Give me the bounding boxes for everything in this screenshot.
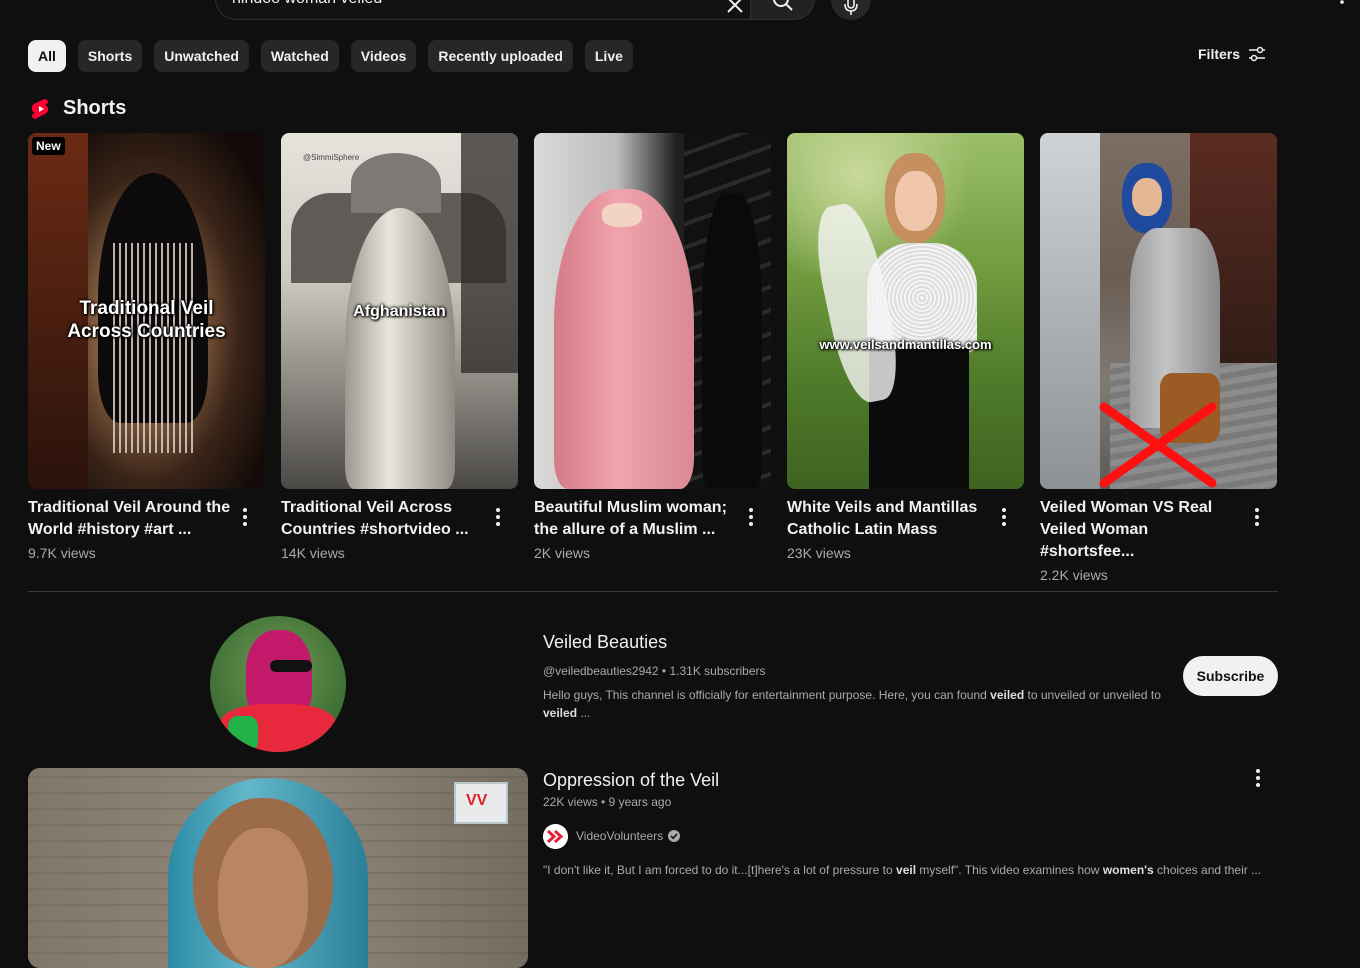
shorts-section-title: Shorts bbox=[63, 97, 127, 119]
short-thumbnail[interactable]: New Traditional Veil Across Countries bbox=[28, 133, 265, 489]
short-title[interactable]: Beautiful Muslim woman; the allure of a … bbox=[534, 497, 739, 541]
desc-highlight: women's bbox=[1102, 863, 1154, 877]
watermark-text: @SimmiSphere bbox=[303, 153, 360, 162]
voice-search-button[interactable] bbox=[831, 0, 871, 20]
channel-watermark: VV bbox=[454, 782, 508, 824]
channel-logo-icon bbox=[543, 824, 568, 849]
video-channel-avatar[interactable] bbox=[543, 824, 568, 849]
desc-highlight: veiled bbox=[543, 706, 578, 720]
watermark-logo-text: VV bbox=[466, 792, 488, 809]
more-options-icon[interactable] bbox=[748, 508, 754, 526]
more-options-icon[interactable] bbox=[1255, 769, 1261, 787]
chip-shorts[interactable]: Shorts bbox=[77, 40, 143, 72]
short-thumbnail[interactable]: @SimmiSphere Afghanistan bbox=[281, 133, 518, 489]
short-views: 14K views bbox=[281, 545, 345, 561]
short-card[interactable]: Beautiful Muslim woman; the allure of a … bbox=[534, 133, 771, 561]
chip-all[interactable]: All bbox=[28, 40, 66, 72]
desc-text: to unveiled or unveiled to bbox=[1024, 688, 1161, 702]
thumbnail-overlay-text: Afghanistan bbox=[353, 303, 446, 320]
desc-text: Hello guys, This channel is officially f… bbox=[543, 688, 991, 702]
chip-recently-uploaded[interactable]: Recently uploaded bbox=[428, 40, 573, 72]
short-thumbnail[interactable]: www.veilsandmantillas.com bbox=[787, 133, 1024, 489]
short-card[interactable]: New Traditional Veil Across Countries Tr… bbox=[28, 133, 265, 561]
search-button[interactable] bbox=[750, 0, 815, 20]
subscribe-button[interactable]: Subscribe bbox=[1183, 656, 1278, 696]
search-query-text: hindoo woman veiled bbox=[232, 0, 382, 8]
microphone-icon bbox=[844, 0, 858, 15]
video-description: "I don't like it, But I am forced to do … bbox=[543, 863, 1263, 877]
chip-videos[interactable]: Videos bbox=[350, 40, 417, 72]
more-options-icon[interactable] bbox=[1254, 508, 1260, 526]
channel-description: Hello guys, This channel is officially f… bbox=[543, 686, 1168, 722]
short-views: 23K views bbox=[787, 545, 851, 561]
short-title[interactable]: Traditional Veil Across Countries #short… bbox=[281, 497, 486, 541]
more-options-icon[interactable] bbox=[495, 508, 501, 526]
desc-text: ... bbox=[577, 706, 591, 720]
section-divider bbox=[28, 591, 1278, 592]
channel-name[interactable]: Veiled Beauties bbox=[543, 632, 667, 653]
short-card[interactable]: @SimmiSphere Afghanistan Traditional Vei… bbox=[281, 133, 518, 561]
video-channel-link[interactable]: VideoVolunteers bbox=[576, 829, 681, 843]
video-thumbnail[interactable]: VV bbox=[28, 768, 528, 968]
short-title[interactable]: Traditional Veil Around the World #histo… bbox=[28, 497, 233, 541]
short-views: 2K views bbox=[534, 545, 591, 561]
verified-check-icon bbox=[668, 830, 681, 842]
chip-unwatched[interactable]: Unwatched bbox=[154, 40, 249, 72]
close-icon[interactable] bbox=[724, 0, 746, 16]
short-views: 2.2K views bbox=[1040, 567, 1108, 583]
short-card[interactable]: Veiled Woman VS Real Veiled Woman #short… bbox=[1040, 133, 1277, 583]
more-options-icon[interactable] bbox=[1336, 0, 1348, 10]
desc-text: choices and their ... bbox=[1153, 863, 1262, 877]
shorts-logo-icon bbox=[31, 99, 49, 119]
more-options-icon[interactable] bbox=[1001, 508, 1007, 526]
short-title[interactable]: White Veils and Mantillas Catholic Latin… bbox=[787, 497, 992, 541]
short-card[interactable]: www.veilsandmantillas.com White Veils an… bbox=[787, 133, 1024, 561]
video-channel-name: VideoVolunteers bbox=[576, 829, 664, 843]
video-title[interactable]: Oppression of the Veil bbox=[543, 770, 719, 791]
search-icon bbox=[773, 0, 793, 11]
channel-handle-subscribers: @veiledbeauties2942 • 1.31K subscribers bbox=[543, 664, 766, 678]
more-options-icon[interactable] bbox=[242, 508, 248, 526]
filter-chips-bar: All Shorts Unwatched Watched Videos Rece… bbox=[28, 40, 633, 72]
desc-text: myself". This video examines how bbox=[916, 863, 1103, 877]
filters-label: Filters bbox=[1198, 46, 1241, 62]
thumbnail-overlay-text: Traditional Veil Across Countries bbox=[67, 298, 226, 342]
filters-button[interactable]: Filters bbox=[1198, 46, 1266, 62]
thumbnail-overlay-text: www.veilsandmantillas.com bbox=[819, 337, 992, 352]
red-cross-icon bbox=[1099, 402, 1217, 488]
channel-avatar[interactable] bbox=[210, 616, 346, 752]
short-thumbnail[interactable] bbox=[534, 133, 771, 489]
short-views: 9.7K views bbox=[28, 545, 96, 561]
desc-highlight: veil bbox=[896, 863, 917, 877]
video-meta: 22K views • 9 years ago bbox=[543, 795, 672, 809]
chip-live[interactable]: Live bbox=[584, 40, 633, 72]
desc-highlight: veiled bbox=[990, 688, 1025, 702]
desc-text: "I don't like it, But I am forced to do … bbox=[543, 863, 897, 877]
sliders-icon bbox=[1249, 46, 1266, 62]
chip-watched[interactable]: Watched bbox=[260, 40, 339, 72]
short-title[interactable]: Veiled Woman VS Real Veiled Woman #short… bbox=[1040, 497, 1245, 563]
short-thumbnail[interactable] bbox=[1040, 133, 1277, 489]
new-badge: New bbox=[32, 137, 65, 155]
